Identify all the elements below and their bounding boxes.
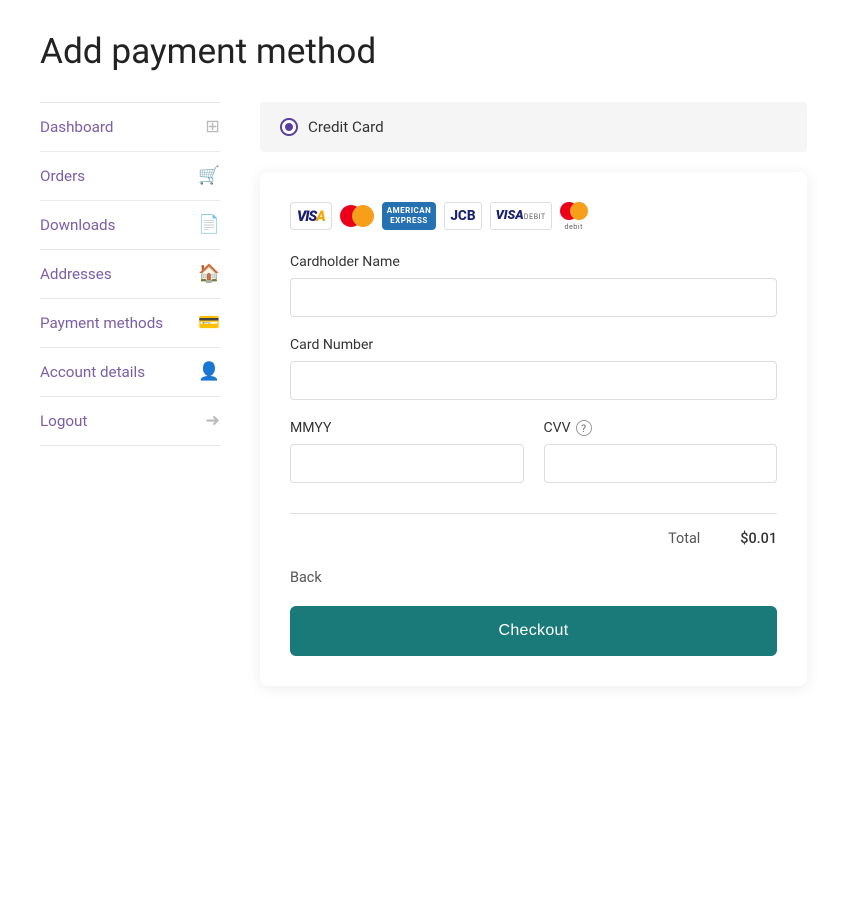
orders-icon: 🛒 xyxy=(198,166,220,186)
sidebar-item-label: Downloads xyxy=(40,216,115,234)
total-row: Total $0.01 xyxy=(290,530,777,547)
mmyy-group: MMYY xyxy=(290,420,524,483)
page-title: Add payment method xyxy=(40,30,807,72)
checkout-button[interactable]: Checkout xyxy=(290,606,777,656)
sidebar-item-payment-methods[interactable]: Payment methods 💳 xyxy=(40,299,220,348)
total-amount: $0.01 xyxy=(740,530,777,547)
divider xyxy=(290,513,777,514)
mc-debit-right xyxy=(570,202,588,220)
card-form: VISA AMERICANEXPRESS JCB VISA DEBIT deb xyxy=(260,172,807,686)
sidebar-item-account-details[interactable]: Account details 👤 xyxy=(40,348,220,397)
logout-icon: ➜ xyxy=(205,411,220,431)
visa-logo: VISA xyxy=(290,202,332,230)
sidebar-item-label: Orders xyxy=(40,167,85,185)
amex-logo: AMERICANEXPRESS xyxy=(382,202,437,230)
addresses-icon: 🏠 xyxy=(198,264,220,284)
sidebar-item-logout[interactable]: Logout ➜ xyxy=(40,397,220,446)
main-content: Credit Card VISA AMERICANEXPRESS JCB VIS… xyxy=(260,102,807,686)
sidebar-item-dashboard[interactable]: Dashboard ⊞ xyxy=(40,102,220,152)
cardholder-name-label: Cardholder Name xyxy=(290,254,777,270)
cardholder-name-input[interactable] xyxy=(290,278,777,317)
visa-debit-logo: VISA DEBIT xyxy=(490,202,552,230)
credit-card-label: Credit Card xyxy=(308,118,384,136)
sidebar-item-label: Addresses xyxy=(40,265,112,283)
radio-credit-card[interactable] xyxy=(280,118,298,136)
mc-debit-circles xyxy=(560,202,588,220)
sidebar-item-label: Logout xyxy=(40,412,87,430)
cvv-group: CVV ? xyxy=(544,420,778,483)
mmyy-input[interactable] xyxy=(290,444,524,483)
sidebar-item-downloads[interactable]: Downloads 📄 xyxy=(40,201,220,250)
sidebar: Dashboard ⊞ Orders 🛒 Downloads 📄 Address… xyxy=(40,102,220,686)
mmyy-label: MMYY xyxy=(290,420,524,436)
credit-card-selector[interactable]: Credit Card xyxy=(260,102,807,152)
dashboard-icon: ⊞ xyxy=(205,117,220,137)
cvv-help-icon[interactable]: ? xyxy=(576,420,592,436)
card-logos: VISA AMERICANEXPRESS JCB VISA DEBIT deb xyxy=(290,202,777,230)
jcb-logo: JCB xyxy=(444,202,481,230)
main-layout: Dashboard ⊞ Orders 🛒 Downloads 📄 Address… xyxy=(40,102,807,686)
sidebar-item-label: Dashboard xyxy=(40,118,113,136)
cardholder-name-group: Cardholder Name xyxy=(290,254,777,317)
card-number-input[interactable] xyxy=(290,361,777,400)
card-number-group: Card Number xyxy=(290,337,777,400)
sidebar-item-label: Payment methods xyxy=(40,314,163,332)
total-label: Total xyxy=(668,530,700,547)
mc-debit-logo: debit xyxy=(560,202,588,230)
mc-circle-right xyxy=(352,205,374,227)
mastercard-logo xyxy=(340,202,374,230)
expiry-cvv-row: MMYY CVV ? xyxy=(290,420,777,503)
cvv-input[interactable] xyxy=(544,444,778,483)
account-icon: 👤 xyxy=(198,362,220,382)
sidebar-item-label: Account details xyxy=(40,363,145,381)
card-number-label: Card Number xyxy=(290,337,777,353)
sidebar-item-addresses[interactable]: Addresses 🏠 xyxy=(40,250,220,299)
payment-icon: 💳 xyxy=(198,313,220,333)
cvv-label: CVV ? xyxy=(544,420,778,436)
downloads-icon: 📄 xyxy=(198,215,220,235)
back-link[interactable]: Back xyxy=(290,569,322,586)
mc-debit-label: debit xyxy=(564,222,583,231)
sidebar-item-orders[interactable]: Orders 🛒 xyxy=(40,152,220,201)
